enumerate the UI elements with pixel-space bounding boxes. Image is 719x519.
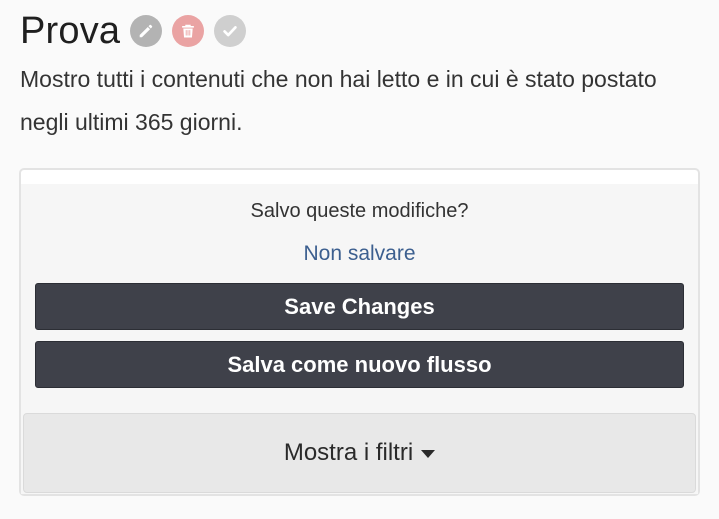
page-title: Prova (20, 10, 121, 52)
trash-icon[interactable] (172, 15, 205, 47)
save-changes-button[interactable]: Save Changes (35, 283, 684, 330)
show-filters-label: Mostra i filtri (283, 439, 414, 466)
title-row: Prova (20, 0, 699, 62)
caret-down-icon (421, 450, 436, 458)
title-actions (130, 15, 247, 47)
save-changes-body: Salvo queste modifiche? Non salvare Save… (21, 184, 698, 494)
save-changes-panel: Salvo queste modifiche? Non salvare Save… (19, 168, 700, 496)
show-filters-button[interactable]: Mostra i filtri (23, 413, 696, 493)
discard-link[interactable]: Non salvare (21, 242, 698, 266)
save-as-new-stream-button[interactable]: Salva come nuovo flusso (35, 341, 684, 388)
check-icon[interactable] (214, 15, 247, 47)
pencil-icon[interactable] (130, 15, 163, 47)
stream-description: Mostro tutti i contenuti che non hai let… (20, 66, 657, 135)
save-question: Salvo queste modifiche? (250, 200, 469, 222)
page: Prova Mostro tutti i contenuti che non h… (0, 0, 719, 519)
